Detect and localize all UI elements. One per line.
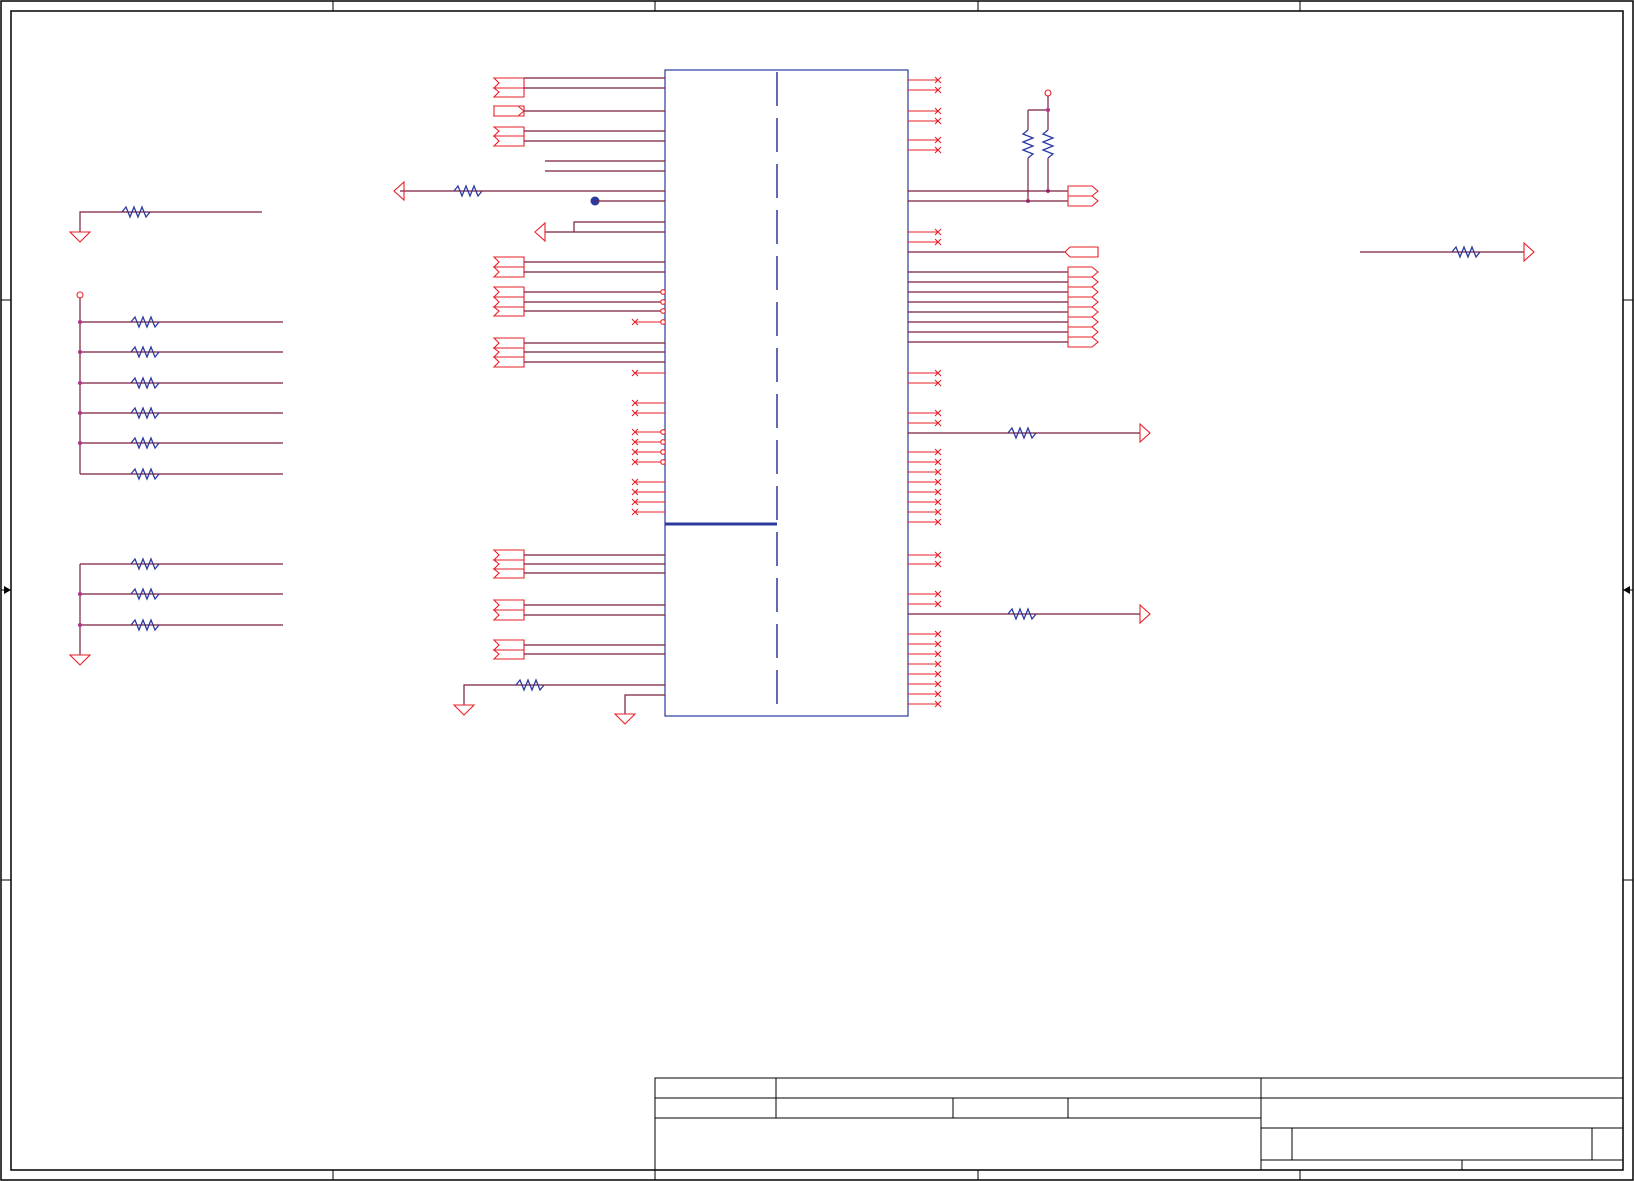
- schematic-sheet: [0, 0, 1634, 1181]
- offpage-port-icon: [492, 126, 525, 137]
- left-pulldown-bank: [68, 564, 92, 666]
- main-ic: [664, 69, 909, 717]
- ground-icon: [68, 654, 92, 666]
- offpage-port-icon: [493, 105, 525, 117]
- ic-left-nets: [393, 77, 665, 725]
- right-bus-ports: [908, 266, 1099, 348]
- ic-right-nets: [908, 89, 1151, 625]
- offpage-port-icon: [1139, 603, 1151, 625]
- offpage-port-icon: [492, 135, 525, 147]
- offpage-port-icon: [492, 87, 525, 98]
- left-top-resistor-net: [68, 205, 262, 243]
- power-rail-icon: [1044, 89, 1052, 97]
- offpage-port-icon: [1067, 185, 1099, 197]
- offpage-port-icon: [492, 77, 525, 89]
- offpage-port-icon: [1139, 422, 1151, 444]
- power-rail-icon: [76, 291, 84, 299]
- far-right-resistor-net: [1360, 241, 1535, 263]
- ground-icon: [613, 713, 637, 725]
- title-block: [654, 1077, 1624, 1171]
- sheet-frame: [0, 0, 1634, 1181]
- ground-icon: [452, 704, 476, 716]
- offpage-port-icon: [534, 221, 546, 243]
- resistor-icon: [1021, 129, 1035, 159]
- ground-icon: [68, 231, 92, 243]
- offpage-port-icon: [1064, 246, 1099, 258]
- offpage-port-icon: [1523, 241, 1535, 263]
- offpage-port-icon: [1067, 195, 1099, 207]
- resistor-icon: [1041, 129, 1055, 159]
